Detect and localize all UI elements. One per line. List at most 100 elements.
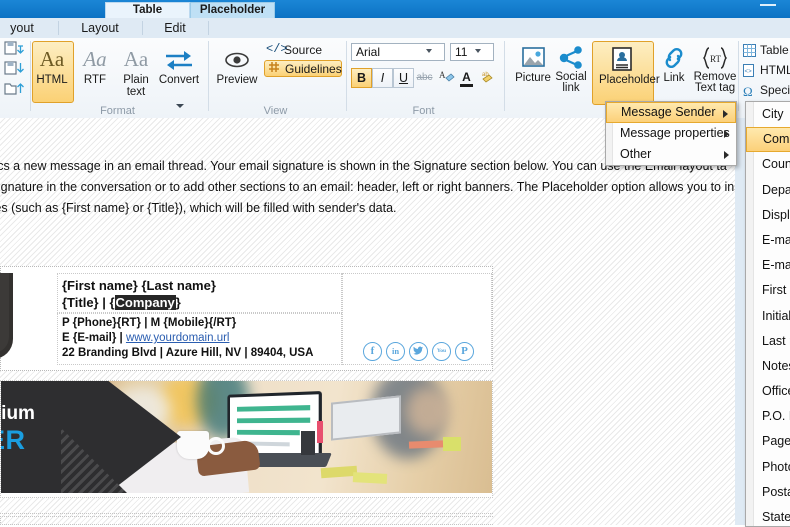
signature-block[interactable]: {First name} {Last name} {Title} | {Comp… [0, 266, 493, 371]
attribute-item-13[interactable]: Pager [746, 429, 790, 454]
linkedin-icon[interactable]: in [386, 342, 405, 361]
attribute-item-11[interactable]: Office [746, 379, 790, 404]
attribute-item-15[interactable]: Postal c [746, 480, 790, 505]
insert-table-item[interactable]: Table [743, 42, 789, 59]
window-tab-placeholder-label: Placeholder [199, 4, 266, 16]
attribute-item-16[interactable]: State [746, 505, 790, 526]
placeholder-label: Placeholder [599, 74, 660, 86]
youtube-icon[interactable]: You [432, 342, 451, 361]
menu-item-other[interactable]: Other [606, 144, 736, 165]
source-toggle[interactable]: </> Source [264, 42, 338, 59]
signature-website-link[interactable]: www.yourdomain.url [126, 332, 230, 344]
attribute-item-12[interactable]: P.O. Bo [746, 404, 790, 429]
group-divider [504, 41, 505, 111]
banner-block[interactable]: edium NER [0, 380, 493, 498]
insert-html-label: HTML [760, 63, 790, 77]
attribute-item-8[interactable]: Initials [746, 304, 790, 329]
attribute-item-7[interactable]: First na [746, 278, 790, 303]
menu-item-message-sender[interactable]: Message Sender [606, 102, 736, 123]
ribbon-tab-strip: yout Layout Edit [0, 18, 790, 39]
signature-title-line: {Title} | {Company} [62, 294, 341, 311]
signature-contact-cell[interactable]: P {Phone}{RT} | M {Mobile}{/RT} E {E-mai… [57, 313, 342, 365]
attribute-item-0[interactable]: City [746, 102, 790, 127]
attribute-item-label: E-mail [762, 258, 790, 273]
remove-text-tag-button[interactable]: RT Remove Text tag [693, 42, 737, 94]
attribute-item-9[interactable]: Last na [746, 329, 790, 354]
twitter-icon[interactable] [409, 342, 428, 361]
preview-button[interactable]: Preview [212, 44, 262, 86]
italic-button[interactable]: I [372, 68, 393, 88]
window-tab-placeholder[interactable]: Placeholder [190, 2, 275, 18]
svg-text:A: A [439, 70, 446, 80]
attribute-item-1[interactable]: Compa [746, 127, 790, 153]
font-color-button[interactable]: A [456, 68, 477, 88]
window-tab-table[interactable]: Table [105, 2, 190, 18]
picture-button[interactable]: Picture [509, 42, 557, 84]
html-format-content[interactable]: Aa HTML [29, 44, 75, 86]
guidelines-toggle[interactable]: Guidelines [264, 60, 342, 77]
attribute-item-label: E-mail [762, 232, 790, 247]
minimize-icon[interactable] [760, 1, 776, 6]
menu-item-message-properties[interactable]: Message properties [606, 123, 736, 144]
insert-html-item[interactable]: <> HTML [743, 62, 790, 79]
highlight-icon[interactable]: ab [477, 68, 498, 88]
tab-divider [142, 21, 143, 35]
signature-title-prefix: {Title} | { [62, 295, 115, 310]
tab-layout-partial[interactable]: yout [0, 18, 50, 38]
plain-text-format-button[interactable]: Aa Plain text [113, 44, 159, 98]
tab-layout[interactable]: Layout [60, 18, 140, 38]
clear-formatting-icon[interactable]: A [436, 68, 457, 88]
insert-special-char-item[interactable]: Ω Speci [743, 82, 790, 99]
attribute-item-4[interactable]: Display [746, 203, 790, 228]
pinterest-glyph: P [461, 345, 468, 357]
font-family-select[interactable]: Arial [351, 43, 445, 61]
font-family-value: Arial [356, 45, 381, 59]
facebook-icon[interactable]: f [363, 342, 382, 361]
placeholder-button-content[interactable]: Placeholder [599, 44, 660, 86]
chevron-right-icon [723, 110, 728, 118]
convert-button[interactable]: Convert [156, 44, 202, 86]
signature-title-suffix: } [175, 295, 181, 310]
underline-button[interactable]: U [393, 68, 414, 88]
attribute-item-5[interactable]: E-mail [746, 228, 790, 253]
attribute-submenu[interactable]: City Compa Countr Departm Display E-mail E-mai… [745, 101, 790, 527]
attribute-item-14[interactable]: Photo [746, 455, 790, 480]
description-line-3: utes (such as {First name} or {Title}), … [0, 201, 397, 215]
link-button[interactable]: Link [656, 42, 692, 84]
table-icon [743, 44, 756, 57]
attribute-item-10[interactable]: Notes [746, 354, 790, 379]
signature-name-line: {First name} {Last name} [62, 278, 216, 293]
placeholder-dropdown-menu[interactable]: Message Sender Message properties Other [605, 101, 737, 166]
pinterest-icon[interactable]: P [455, 342, 474, 361]
banner-title-bottom: NER [1, 425, 26, 455]
menu-item-message-properties-label: Message properties [620, 126, 730, 140]
signature-name-cell[interactable]: {First name} {Last name} {Title} | {Comp… [57, 273, 342, 313]
bold-button[interactable]: B [351, 68, 372, 88]
rtf-format-button[interactable]: Aa RTF [72, 44, 118, 86]
signature-social-cell[interactable]: f in You P [342, 273, 492, 365]
cup-handle [207, 437, 225, 455]
editor-canvas[interactable]: mics a new message in an email thread. Y… [0, 118, 735, 525]
bg-blob [406, 387, 450, 435]
attribute-item-6[interactable]: E-mail [746, 253, 790, 278]
attribute-item-label: Photo [762, 459, 790, 474]
attribute-list[interactable]: City Compa Countr Departm Display E-mail E-mai… [746, 102, 790, 526]
save-template-icon[interactable] [2, 40, 24, 58]
save-as-icon[interactable] [2, 60, 24, 78]
attribute-item-3[interactable]: Departm [746, 178, 790, 203]
tab-edit[interactable]: Edit [144, 18, 206, 38]
convert-arrows-icon [156, 44, 202, 74]
signature-company-placeholder-selected[interactable]: Company [114, 295, 176, 310]
person-card-icon [599, 44, 645, 74]
strikethrough-button[interactable]: abc [414, 68, 435, 88]
underline-label: U [398, 71, 409, 85]
social-link-button[interactable]: Social link [551, 42, 591, 94]
guidelines-label: Guidelines [285, 62, 342, 76]
editor-next-section[interactable] [0, 516, 493, 525]
font-size-select[interactable]: 11 [450, 43, 494, 61]
group-divider [208, 41, 209, 111]
secondary-laptop [331, 395, 401, 441]
attribute-item-2[interactable]: Countr [746, 152, 790, 177]
open-folder-icon[interactable] [2, 80, 24, 98]
font-size-value: 11 [455, 45, 468, 59]
